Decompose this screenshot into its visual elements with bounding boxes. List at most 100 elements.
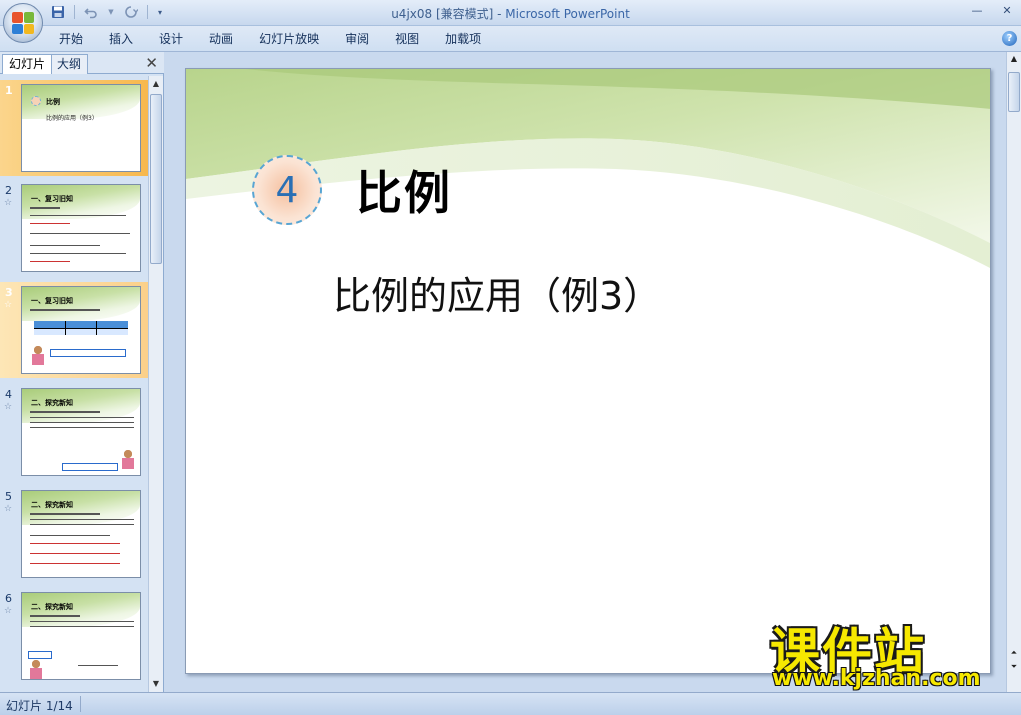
watermark-url: www.kjzhan.com (772, 666, 981, 691)
next-slide-icon[interactable]: ⏷ (1008, 662, 1020, 672)
thumb-title: 二、探究新知 (31, 603, 73, 611)
scrollbar-thumb[interactable] (1008, 72, 1020, 112)
animation-star-icon: ☆ (4, 606, 13, 616)
slide-number: 1 (5, 84, 13, 97)
scroll-down-icon[interactable]: ▼ (150, 677, 162, 691)
tab-home[interactable]: 开始 (46, 31, 96, 47)
thumb-line (30, 626, 134, 627)
tab-addins[interactable]: 加载项 (432, 31, 494, 47)
thumb-box (62, 463, 118, 471)
tab-design[interactable]: 设计 (146, 31, 196, 47)
thumb-title: 比例 (46, 98, 60, 106)
slide-thumbnail[interactable]: 3 ☆ 一、复习旧知 (0, 282, 148, 378)
thumb-line (30, 427, 134, 428)
thumb-line (30, 253, 126, 254)
slide-thumbnail[interactable]: 5 ☆ 二、探究新知 (0, 486, 148, 582)
editor-scrollbar[interactable]: ▲ ⏶ ⏷ (1006, 52, 1021, 692)
thumb-table (34, 321, 128, 335)
thumb-badge (31, 96, 41, 106)
thumb-line (30, 553, 120, 554)
thumb-line (78, 665, 118, 666)
scroll-up-icon[interactable]: ▲ (1008, 54, 1020, 63)
chapter-badge: 4 (252, 155, 322, 225)
chapter-number: 4 (275, 169, 299, 211)
thumb-line (30, 563, 120, 564)
slide-preview: 一、复习旧知 (21, 286, 141, 374)
document-title: u4jx08 [兼容模式] - (391, 7, 506, 21)
slide-title[interactable]: 比例 (356, 157, 452, 223)
slide-number: 6 (5, 592, 12, 605)
minimize-button[interactable]: — (969, 3, 985, 19)
thumb-box (28, 651, 52, 659)
thumb-title: 二、探究新知 (31, 501, 73, 509)
tab-review[interactable]: 审阅 (332, 31, 382, 47)
tab-slides[interactable]: 幻灯片 (2, 54, 53, 74)
thumb-line (30, 223, 70, 224)
slide-thumbnail[interactable]: 2 ☆ 一、复习旧知 (0, 180, 148, 276)
slide-number: 4 (5, 388, 12, 401)
tab-insert[interactable]: 插入 (96, 31, 146, 47)
office-button[interactable] (3, 3, 43, 43)
thumb-line (30, 417, 134, 418)
thumb-line (30, 215, 126, 216)
thumb-box (50, 349, 126, 357)
ribbon-tabs: 开始 插入 设计 动画 幻灯片放映 审阅 视图 加载项 (46, 31, 494, 47)
thumb-figure (122, 449, 134, 469)
thumb-figure (30, 659, 42, 679)
thumb-line (30, 524, 134, 525)
current-slide[interactable]: 4 比例 比例的应用（例3） (185, 68, 991, 674)
slide-thumbnails: 1 比例 比例的应用（例3） 2 ☆ 一、复习旧知 3 ☆ 一、复习旧知 4 ☆… (0, 76, 148, 692)
thumb-title: 一、复习旧知 (31, 195, 73, 203)
window-controls: — ✕ (969, 3, 1015, 19)
scrollbar-thumb[interactable] (150, 94, 162, 264)
slide-editor: 4 比例 比例的应用（例3） (165, 52, 1006, 692)
thumb-line (30, 411, 100, 413)
thumb-line (30, 245, 100, 246)
slide-preview: 一、复习旧知 (21, 184, 141, 272)
thumbnails-scrollbar[interactable]: ▲ ▼ (148, 76, 163, 692)
slides-panel: 幻灯片 大纲 ✕ 1 比例 比例的应用（例3） 2 ☆ 一、复习旧知 3 ☆ 一… (0, 52, 164, 692)
help-icon[interactable]: ? (1002, 31, 1017, 46)
slide-preview: 二、探究新知 (21, 388, 141, 476)
thumb-line (30, 422, 134, 423)
close-panel-icon[interactable]: ✕ (145, 54, 158, 72)
slide-thumbnail[interactable]: 6 ☆ 二、探究新知 (0, 588, 148, 684)
animation-star-icon: ☆ (4, 402, 13, 412)
tab-view[interactable]: 视图 (382, 31, 432, 47)
thumb-subtitle: 比例的应用（例3） (46, 115, 98, 122)
slide-number: 5 (5, 490, 12, 503)
tab-animations[interactable]: 动画 (196, 31, 246, 47)
slide-number: 3 (5, 286, 13, 299)
thumb-title: 一、复习旧知 (31, 297, 73, 305)
slide-number: 2 (5, 184, 12, 197)
scroll-up-icon[interactable]: ▲ (150, 77, 162, 91)
thumb-line (30, 535, 110, 536)
thumb-figure (32, 345, 44, 365)
title-bar: ▼ ▾ u4jx08 [兼容模式] - Microsoft PowerPoint… (0, 0, 1021, 26)
tab-slideshow[interactable]: 幻灯片放映 (246, 31, 332, 47)
slide-preview: 二、探究新知 (21, 592, 141, 680)
thumb-line (30, 261, 70, 262)
slide-background-wave (186, 69, 990, 268)
animation-star-icon: ☆ (4, 300, 13, 310)
thumb-line (30, 543, 120, 544)
app-name: Microsoft PowerPoint (505, 7, 630, 21)
slide-subtitle[interactable]: 比例的应用（例3） (333, 265, 661, 320)
thumb-line (30, 309, 100, 311)
window-title: u4jx08 [兼容模式] - Microsoft PowerPoint (0, 5, 1021, 22)
thumb-line (30, 519, 134, 520)
slide-thumbnail[interactable]: 1 比例 比例的应用（例3） (0, 80, 148, 176)
animation-star-icon: ☆ (4, 198, 13, 208)
ribbon-tab-bar: 开始 插入 设计 动画 幻灯片放映 审阅 视图 加载项 ? (0, 26, 1021, 52)
tab-outline[interactable]: 大纲 (50, 54, 89, 74)
panel-tabs: 幻灯片 大纲 ✕ (0, 52, 164, 74)
thumb-line (30, 621, 134, 622)
thumb-line (30, 207, 60, 209)
animation-star-icon: ☆ (4, 504, 13, 514)
slide-thumbnail[interactable]: 4 ☆ 二、探究新知 (0, 384, 148, 480)
slide-preview: 比例 比例的应用（例3） (21, 84, 141, 172)
status-separator (80, 696, 81, 712)
thumb-line (30, 233, 130, 234)
previous-slide-icon[interactable]: ⏶ (1008, 648, 1020, 658)
close-button[interactable]: ✕ (999, 3, 1015, 19)
